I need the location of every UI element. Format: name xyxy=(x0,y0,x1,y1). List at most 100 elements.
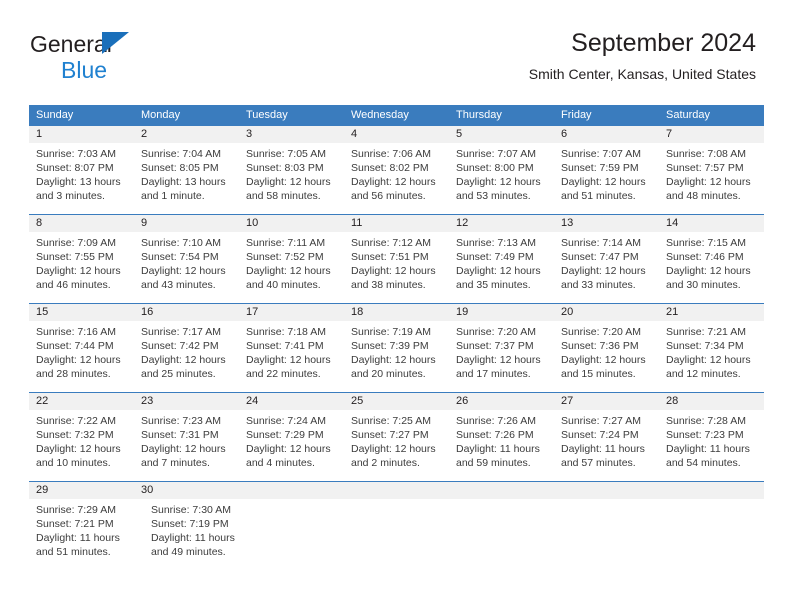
daylight-text-line2: and 4 minutes. xyxy=(246,457,315,469)
daylight-text-line2: and 2 minutes. xyxy=(351,457,420,469)
day-number[interactable]: 2 xyxy=(134,126,239,143)
day-number[interactable]: 10 xyxy=(239,215,344,232)
sunset-text: Sunset: 8:07 PM xyxy=(36,162,114,174)
day-cell[interactable]: Sunrise: 7:27 AM Sunset: 7:24 PM Dayligh… xyxy=(554,410,659,481)
day-cell[interactable]: Sunrise: 7:20 AM Sunset: 7:36 PM Dayligh… xyxy=(554,321,659,392)
daylight-text-line1: Daylight: 12 hours xyxy=(141,265,226,277)
day-cell[interactable]: Sunrise: 7:10 AM Sunset: 7:54 PM Dayligh… xyxy=(134,232,239,303)
week-row: 22 23 24 25 26 27 28 Sunrise: 7:22 AM Su… xyxy=(29,392,764,481)
day-detail-band: Sunrise: 7:16 AM Sunset: 7:44 PM Dayligh… xyxy=(29,321,764,392)
daylight-text-line1: Daylight: 12 hours xyxy=(246,443,331,455)
sunrise-text: Sunrise: 7:24 AM xyxy=(246,415,326,427)
day-number[interactable]: 12 xyxy=(449,215,554,232)
day-cell[interactable]: Sunrise: 7:17 AM Sunset: 7:42 PM Dayligh… xyxy=(134,321,239,392)
day-number[interactable]: 1 xyxy=(29,126,134,143)
day-number[interactable]: 17 xyxy=(239,304,344,321)
day-cell[interactable]: Sunrise: 7:22 AM Sunset: 7:32 PM Dayligh… xyxy=(29,410,134,481)
day-number[interactable]: 15 xyxy=(29,304,134,321)
daylight-text-line1: Daylight: 12 hours xyxy=(141,354,226,366)
day-number[interactable]: 25 xyxy=(344,393,449,410)
day-number[interactable]: 3 xyxy=(239,126,344,143)
day-number[interactable]: 19 xyxy=(449,304,554,321)
day-number[interactable]: 14 xyxy=(659,215,764,232)
day-cell[interactable]: Sunrise: 7:13 AM Sunset: 7:49 PM Dayligh… xyxy=(449,232,554,303)
day-number[interactable]: 16 xyxy=(134,304,239,321)
day-cell[interactable]: Sunrise: 7:14 AM Sunset: 7:47 PM Dayligh… xyxy=(554,232,659,303)
day-number[interactable]: 20 xyxy=(554,304,659,321)
day-cell[interactable]: Sunrise: 7:16 AM Sunset: 7:44 PM Dayligh… xyxy=(29,321,134,392)
daylight-text-line1: Daylight: 11 hours xyxy=(36,532,120,544)
day-cell[interactable]: Sunrise: 7:15 AM Sunset: 7:46 PM Dayligh… xyxy=(659,232,764,303)
sunset-text: Sunset: 7:31 PM xyxy=(141,429,219,441)
day-cell[interactable]: Sunrise: 7:25 AM Sunset: 7:27 PM Dayligh… xyxy=(344,410,449,481)
daylight-text-line1: Daylight: 12 hours xyxy=(246,176,331,188)
generalblue-logo[interactable]: General Blue xyxy=(30,31,270,89)
daylight-text-line1: Daylight: 12 hours xyxy=(456,354,541,366)
day-number[interactable]: 4 xyxy=(344,126,449,143)
day-number[interactable]: 28 xyxy=(659,393,764,410)
day-cell[interactable]: Sunrise: 7:08 AM Sunset: 7:57 PM Dayligh… xyxy=(659,143,764,214)
day-cell[interactable]: Sunrise: 7:21 AM Sunset: 7:34 PM Dayligh… xyxy=(659,321,764,392)
day-detail-band: Sunrise: 7:29 AM Sunset: 7:21 PM Dayligh… xyxy=(29,499,764,570)
day-cell[interactable]: Sunrise: 7:03 AM Sunset: 8:07 PM Dayligh… xyxy=(29,143,134,214)
sunset-text: Sunset: 7:29 PM xyxy=(246,429,324,441)
day-number[interactable]: 18 xyxy=(344,304,449,321)
day-number[interactable]: 22 xyxy=(29,393,134,410)
logo-text-blue: Blue xyxy=(61,57,108,83)
title-block: September 2024 Smith Center, Kansas, Uni… xyxy=(529,28,756,83)
day-number[interactable]: 21 xyxy=(659,304,764,321)
daylight-text-line2: and 12 minutes. xyxy=(666,368,741,380)
day-number-empty xyxy=(344,482,449,499)
daylight-text-line1: Daylight: 12 hours xyxy=(666,176,751,188)
day-cell[interactable]: Sunrise: 7:26 AM Sunset: 7:26 PM Dayligh… xyxy=(449,410,554,481)
day-number[interactable]: 26 xyxy=(449,393,554,410)
day-number[interactable]: 9 xyxy=(134,215,239,232)
day-cell-empty xyxy=(259,499,360,570)
day-cell[interactable]: Sunrise: 7:19 AM Sunset: 7:39 PM Dayligh… xyxy=(344,321,449,392)
day-cell-empty xyxy=(360,499,461,570)
day-number-empty xyxy=(449,482,554,499)
day-cell[interactable]: Sunrise: 7:04 AM Sunset: 8:05 PM Dayligh… xyxy=(134,143,239,214)
page-subtitle: Smith Center, Kansas, United States xyxy=(528,66,756,82)
day-cell[interactable]: Sunrise: 7:07 AM Sunset: 7:59 PM Dayligh… xyxy=(554,143,659,214)
day-number[interactable]: 7 xyxy=(659,126,764,143)
day-cell[interactable]: Sunrise: 7:28 AM Sunset: 7:23 PM Dayligh… xyxy=(659,410,764,481)
sunset-text: Sunset: 7:44 PM xyxy=(36,340,114,352)
daylight-text-line2: and 1 minute. xyxy=(141,190,205,202)
day-number[interactable]: 8 xyxy=(29,215,134,232)
sunrise-text: Sunrise: 7:30 AM xyxy=(151,504,231,516)
day-number[interactable]: 11 xyxy=(344,215,449,232)
day-number[interactable]: 24 xyxy=(239,393,344,410)
day-cell[interactable]: Sunrise: 7:30 AM Sunset: 7:19 PM Dayligh… xyxy=(144,499,259,570)
sunset-text: Sunset: 7:51 PM xyxy=(351,251,429,263)
sunset-text: Sunset: 8:02 PM xyxy=(351,162,429,174)
day-cell[interactable]: Sunrise: 7:24 AM Sunset: 7:29 PM Dayligh… xyxy=(239,410,344,481)
sunrise-text: Sunrise: 7:11 AM xyxy=(246,237,326,249)
day-cell[interactable]: Sunrise: 7:18 AM Sunset: 7:41 PM Dayligh… xyxy=(239,321,344,392)
day-number[interactable]: 13 xyxy=(554,215,659,232)
day-cell[interactable]: Sunrise: 7:07 AM Sunset: 8:00 PM Dayligh… xyxy=(449,143,554,214)
calendar-page: General Blue September 2024 Smith Center… xyxy=(0,0,792,612)
day-number[interactable]: 30 xyxy=(134,482,239,499)
sunrise-text: Sunrise: 7:12 AM xyxy=(351,237,431,249)
day-number[interactable]: 29 xyxy=(29,482,134,499)
daylight-text-line1: Daylight: 11 hours xyxy=(151,532,235,544)
daylight-text-line1: Daylight: 12 hours xyxy=(36,265,121,277)
day-cell[interactable]: Sunrise: 7:12 AM Sunset: 7:51 PM Dayligh… xyxy=(344,232,449,303)
day-cell[interactable]: Sunrise: 7:11 AM Sunset: 7:52 PM Dayligh… xyxy=(239,232,344,303)
daylight-text-line2: and 30 minutes. xyxy=(666,279,741,291)
daylight-text-line1: Daylight: 13 hours xyxy=(141,176,226,188)
day-number[interactable]: 23 xyxy=(134,393,239,410)
day-cell[interactable]: Sunrise: 7:20 AM Sunset: 7:37 PM Dayligh… xyxy=(449,321,554,392)
day-cell[interactable]: Sunrise: 7:29 AM Sunset: 7:21 PM Dayligh… xyxy=(29,499,144,570)
day-cell[interactable]: Sunrise: 7:05 AM Sunset: 8:03 PM Dayligh… xyxy=(239,143,344,214)
day-cell[interactable]: Sunrise: 7:23 AM Sunset: 7:31 PM Dayligh… xyxy=(134,410,239,481)
day-detail-band: Sunrise: 7:22 AM Sunset: 7:32 PM Dayligh… xyxy=(29,410,764,481)
day-cell[interactable]: Sunrise: 7:06 AM Sunset: 8:02 PM Dayligh… xyxy=(344,143,449,214)
daylight-text-line2: and 51 minutes. xyxy=(561,190,636,202)
day-cell[interactable]: Sunrise: 7:09 AM Sunset: 7:55 PM Dayligh… xyxy=(29,232,134,303)
day-number[interactable]: 6 xyxy=(554,126,659,143)
day-number[interactable]: 27 xyxy=(554,393,659,410)
sunset-text: Sunset: 8:05 PM xyxy=(141,162,219,174)
day-number[interactable]: 5 xyxy=(449,126,554,143)
